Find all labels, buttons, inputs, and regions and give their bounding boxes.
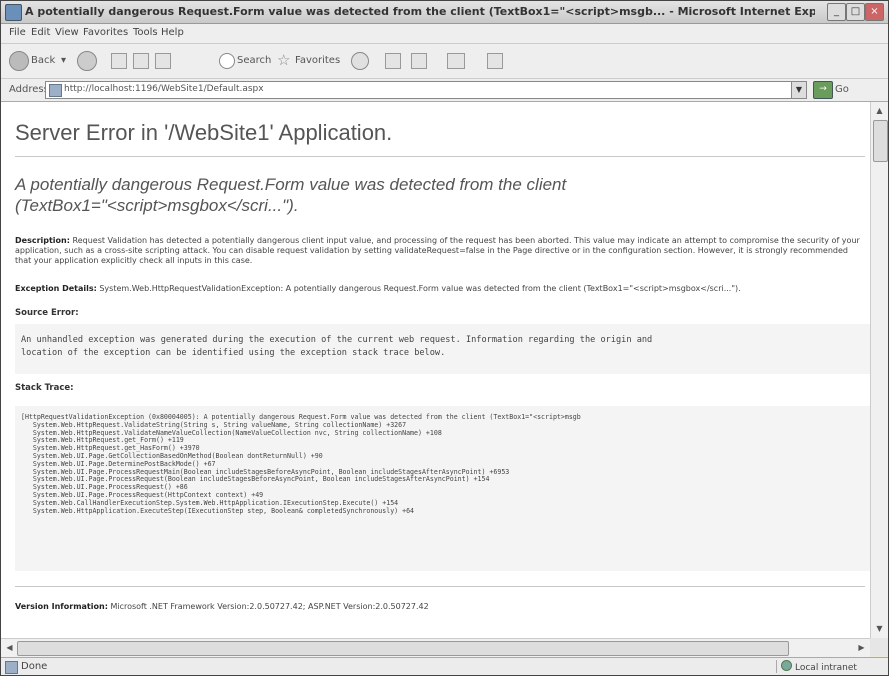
exception-details-block: Exception Details: System.Web.HttpReques…	[15, 284, 865, 294]
version-label: Version Information:	[15, 602, 108, 611]
address-input[interactable]: http://localhost:1196/WebSite1/Default.a…	[45, 81, 807, 99]
address-label: Address	[9, 84, 49, 95]
exception-label: Exception Details:	[15, 284, 97, 293]
status-text: Done	[21, 661, 48, 672]
back-dropdown-icon[interactable]: ▾	[61, 55, 66, 66]
error-message: A potentially dangerous Request.Form val…	[15, 174, 566, 216]
favorites-button-label[interactable]: Favorites	[295, 55, 340, 66]
menu-file[interactable]: File	[9, 27, 26, 38]
go-arrow-icon[interactable]: →	[813, 81, 833, 99]
vertical-scroll-thumb[interactable]	[873, 120, 888, 162]
address-dropdown-icon[interactable]: ▼	[791, 82, 806, 98]
intranet-icon	[781, 660, 792, 671]
error-message-line2: (TextBox1="<script>msgbox</scri...").	[15, 196, 299, 215]
window-title: A potentially dangerous Request.Form val…	[25, 5, 815, 18]
menu-favorites[interactable]: Favorites	[83, 27, 128, 38]
title-bar: A potentially dangerous Request.Form val…	[1, 1, 888, 24]
exception-text: System.Web.HttpRequestValidationExceptio…	[99, 284, 741, 293]
source-error-label: Source Error:	[15, 308, 79, 318]
scroll-down-icon[interactable]: ▼	[873, 622, 886, 636]
security-zone: Local intranet	[776, 660, 871, 673]
version-info-block: Version Information: Microsoft .NET Fram…	[15, 602, 865, 612]
search-icon[interactable]	[219, 53, 235, 69]
print-icon[interactable]	[411, 53, 427, 69]
scroll-left-icon[interactable]: ◀	[3, 641, 16, 654]
scrollbar-corner	[870, 638, 888, 656]
menu-tools[interactable]: Tools	[133, 27, 158, 38]
toolbar: Back ▾ Search ☆ Favorites	[1, 44, 888, 79]
maximize-icon[interactable]: □	[846, 3, 865, 21]
horizontal-scrollbar[interactable]: ◀ ▶	[1, 638, 870, 657]
status-bar: Done Local intranet	[1, 657, 888, 675]
page-title: Server Error in '/WebSite1' Application.	[15, 120, 393, 145]
scroll-right-icon[interactable]: ▶	[855, 641, 868, 654]
scroll-up-icon[interactable]: ▲	[873, 104, 886, 118]
refresh-icon[interactable]	[133, 53, 149, 69]
search-button-label[interactable]: Search	[237, 55, 271, 66]
menu-help[interactable]: Help	[161, 27, 184, 38]
address-url[interactable]: http://localhost:1196/WebSite1/Default.a…	[64, 84, 264, 94]
description-block: Description: Request Validation has dete…	[15, 236, 865, 266]
menu-edit[interactable]: Edit	[31, 27, 50, 38]
error-message-line1: A potentially dangerous Request.Form val…	[15, 175, 567, 194]
description-text: Request Validation has detected a potent…	[15, 236, 860, 265]
source-error-box: An unhandled exception was generated dur…	[15, 324, 870, 374]
menu-bar: File Edit View Favorites Tools Help	[1, 24, 888, 44]
menu-view[interactable]: View	[55, 27, 79, 38]
address-bar: Address http://localhost:1196/WebSite1/D…	[1, 79, 888, 102]
back-arrow-icon[interactable]	[9, 51, 29, 71]
close-icon[interactable]: ×	[865, 3, 884, 21]
messenger-icon[interactable]	[487, 53, 503, 69]
version-text: Microsoft .NET Framework Version:2.0.507…	[110, 602, 429, 611]
go-button-label[interactable]: Go	[835, 84, 849, 95]
browser-window: A potentially dangerous Request.Form val…	[0, 0, 889, 676]
ie-icon	[5, 4, 22, 21]
forward-arrow-icon[interactable]	[77, 51, 97, 71]
stack-trace-text: [HttpRequestValidationException (0x80004…	[21, 413, 581, 515]
version-divider	[15, 586, 865, 587]
zone-label: Local intranet	[795, 663, 857, 673]
vertical-scrollbar[interactable]: ▲ ▼	[870, 102, 888, 638]
description-label: Description:	[15, 236, 70, 245]
history-icon[interactable]	[351, 52, 369, 70]
status-page-icon	[5, 661, 18, 674]
stack-trace-box: [HttpRequestValidationException (0x80004…	[15, 406, 870, 571]
stack-trace-label: Stack Trace:	[15, 383, 74, 393]
edit-icon[interactable]	[447, 53, 465, 69]
home-icon[interactable]	[155, 53, 171, 69]
horizontal-scroll-thumb[interactable]	[17, 641, 789, 656]
stop-icon[interactable]	[111, 53, 127, 69]
source-error-text: An unhandled exception was generated dur…	[21, 335, 653, 358]
page-content: Server Error in '/WebSite1' Application.…	[1, 102, 870, 638]
mail-icon[interactable]	[385, 53, 401, 69]
title-divider	[15, 156, 865, 157]
back-button-label[interactable]: Back	[31, 55, 55, 66]
minimize-icon[interactable]: _	[827, 3, 846, 21]
page-icon	[49, 84, 62, 97]
favorites-star-icon[interactable]: ☆	[277, 51, 290, 69]
